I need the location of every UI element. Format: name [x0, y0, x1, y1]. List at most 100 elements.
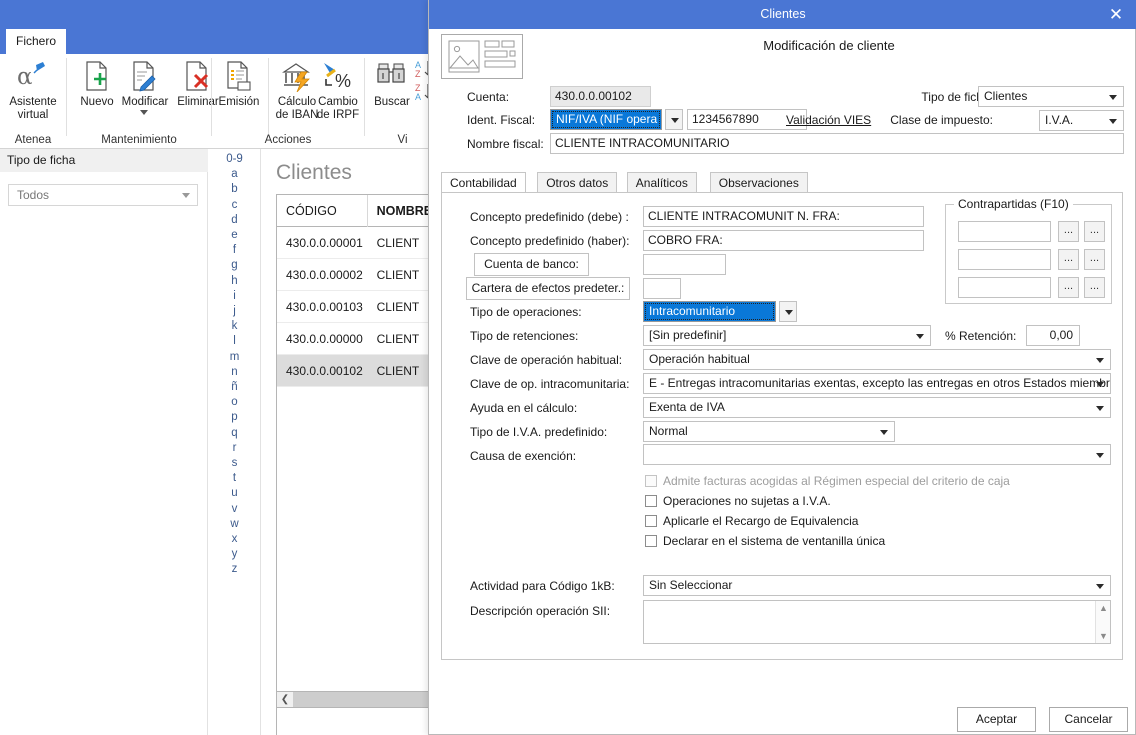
clave-operacion-select[interactable]: Operación habitual [643, 349, 1111, 370]
ribbon-button-buscar[interactable]: Buscar [365, 56, 419, 109]
nombre-fiscal-field[interactable]: CLIENTE INTRACOMUNITARIO [550, 133, 1124, 154]
alpha-index-item[interactable]: h [209, 274, 260, 289]
tab-observaciones[interactable]: Observaciones [709, 172, 808, 193]
alpha-index-item[interactable]: 0-9 [209, 152, 260, 167]
contrapartidas-group: Contrapartidas (F10) .................. [945, 197, 1112, 304]
alpha-index-item[interactable]: s [209, 456, 260, 471]
alpha-index-item[interactable]: g [209, 258, 260, 273]
alpha-index-item[interactable]: a [209, 167, 260, 182]
tab-otros-datos[interactable]: Otros datos [537, 172, 618, 193]
checkbox-label: Aplicarle el Recargo de Equivalencia [663, 514, 859, 528]
clase-impuesto-select[interactable]: I.V.A. [1039, 110, 1124, 131]
alpha-index-item[interactable]: m [209, 350, 260, 365]
column-header-codigo[interactable]: CÓDIGO [277, 195, 368, 227]
tab-fichero[interactable]: Fichero [6, 29, 66, 54]
alpha-index-item[interactable]: f [209, 243, 260, 258]
tipo-retenciones-select[interactable]: [Sin predefinir] [643, 325, 931, 346]
alpha-index-item[interactable]: x [209, 532, 260, 547]
tipo-operaciones-select[interactable]: Intracomunitario [643, 301, 776, 322]
contrapartida-browse-button-1[interactable]: ... [1058, 277, 1079, 298]
alpha-index-item[interactable]: k [209, 319, 260, 334]
alpha-index-item[interactable]: v [209, 502, 260, 517]
chevron-down-icon [1096, 406, 1104, 411]
alpha-index-item[interactable]: q [209, 426, 260, 441]
alpha-index-item[interactable]: z [209, 562, 260, 577]
ribbon-button-emision[interactable]: Emisión [212, 56, 266, 109]
alpha-index-item[interactable]: w [209, 517, 260, 532]
checkbox-icon[interactable] [645, 515, 657, 527]
tipo-retenciones-value: [Sin predefinir] [649, 328, 727, 342]
ribbon-button-nuevo[interactable]: Nuevo [70, 56, 124, 109]
table-row[interactable]: 430.0.0.00103 CLIENT [277, 291, 442, 323]
alpha-index-item[interactable]: l [209, 334, 260, 349]
contrapartida-browse-button-1[interactable]: ... [1058, 221, 1079, 242]
contrapartida-browse-button-1[interactable]: ... [1058, 249, 1079, 270]
contrapartida-browse-button-2[interactable]: ... [1084, 221, 1105, 242]
alpha-index-item[interactable]: c [209, 198, 260, 213]
ribbon-button-cambio-irpf[interactable]: % Cambio de IRPF [311, 56, 365, 122]
contrapartida-browse-button-2[interactable]: ... [1084, 249, 1105, 270]
scrollbar-thumb[interactable] [293, 692, 441, 707]
descripcion-sii-textarea[interactable]: ▲ ▼ [643, 600, 1111, 644]
checkbox-icon[interactable] [645, 535, 657, 547]
contrapartida-field[interactable] [958, 249, 1051, 270]
alpha-index-item[interactable]: i [209, 289, 260, 304]
scroll-down-icon[interactable]: ▼ [1099, 631, 1108, 641]
table-row[interactable]: 430.0.0.00000 CLIENT [277, 323, 442, 355]
cuenta-banco-field[interactable] [643, 254, 726, 275]
actividad-codigo-select[interactable]: Sin Seleccionar [643, 575, 1111, 596]
causa-exencion-select[interactable] [643, 444, 1111, 465]
alpha-index-item[interactable]: u [209, 486, 260, 501]
ribbon-separator [268, 58, 269, 136]
alpha-index-item[interactable]: b [209, 182, 260, 197]
alpha-index-item[interactable]: r [209, 441, 260, 456]
tipo-ficha-filter-select[interactable]: Todos [8, 184, 198, 206]
ident-fiscal-select[interactable]: NIF/IVA (NIF opera [550, 109, 662, 130]
concepto-haber-field[interactable]: COBRO FRA: [643, 230, 924, 251]
ribbon-button-modificar[interactable]: Modificar [118, 56, 172, 115]
tipo-operaciones-dropdown-button[interactable] [779, 301, 797, 322]
ribbon-button-label: Modificar [121, 96, 169, 108]
checkbox-row[interactable]: Aplicarle el Recargo de Equivalencia [645, 514, 858, 528]
checkbox-row[interactable]: Declarar en el sistema de ventanilla úni… [645, 534, 885, 548]
table-row[interactable]: 430.0.0.00001 CLIENT [277, 227, 442, 259]
scroll-up-icon[interactable]: ▲ [1099, 603, 1108, 613]
tab-contabilidad[interactable]: Contabilidad [441, 172, 526, 193]
tipo-iva-select[interactable]: Normal [643, 421, 895, 442]
ayuda-calculo-select[interactable]: Exenta de IVA [643, 397, 1111, 418]
alpha-index-item[interactable]: n [209, 365, 260, 380]
cartera-efectos-field[interactable] [643, 278, 681, 299]
grid-horizontal-scrollbar[interactable]: ❮ [276, 691, 441, 708]
alpha-index-item[interactable]: e [209, 228, 260, 243]
close-icon[interactable]: ✕ [1095, 0, 1136, 29]
alpha-index-item[interactable]: j [209, 304, 260, 319]
alpha-index-item[interactable]: y [209, 547, 260, 562]
alpha-index-item[interactable]: ñ [209, 380, 260, 395]
table-row[interactable]: 430.0.0.00102 CLIENT [277, 355, 442, 387]
ident-fiscal-dropdown-button[interactable] [665, 109, 683, 130]
cuenta-field[interactable]: 430.0.0.00102 [550, 86, 651, 107]
cancel-button[interactable]: Cancelar [1049, 707, 1128, 732]
retencion-field[interactable]: 0,00 [1026, 325, 1080, 346]
tab-analíticos[interactable]: Analíticos [626, 172, 697, 193]
cartera-efectos-button[interactable]: Cartera de efectos predeter.: [466, 277, 630, 300]
accept-button[interactable]: Aceptar [957, 707, 1036, 732]
clave-intracomunitaria-select[interactable]: E - Entregas intracomunitarias exentas, … [643, 373, 1111, 394]
concepto-debe-field[interactable]: CLIENTE INTRACOMUNIT N. FRA: [643, 206, 924, 227]
textarea-scrollbar[interactable]: ▲ ▼ [1095, 601, 1110, 643]
contrapartida-field[interactable] [958, 221, 1051, 242]
scroll-left-icon[interactable]: ❮ [277, 692, 293, 707]
ribbon-button-asistente-virtual[interactable]: α Asistente virtual [6, 56, 60, 122]
alpha-index-item[interactable]: d [209, 213, 260, 228]
table-row[interactable]: 430.0.0.00002 CLIENT [277, 259, 442, 291]
tipo-ficha-select[interactable]: Clientes [978, 86, 1124, 107]
alpha-index-item[interactable]: t [209, 471, 260, 486]
checkbox-row[interactable]: Operaciones no sujetas a I.V.A. [645, 494, 831, 508]
cuenta-banco-button[interactable]: Cuenta de banco: [474, 253, 589, 276]
contrapartida-field[interactable] [958, 277, 1051, 298]
chevron-down-icon[interactable] [140, 110, 148, 115]
alpha-index-item[interactable]: p [209, 410, 260, 425]
contrapartida-browse-button-2[interactable]: ... [1084, 277, 1105, 298]
checkbox-icon[interactable] [645, 495, 657, 507]
alpha-index-item[interactable]: o [209, 395, 260, 410]
